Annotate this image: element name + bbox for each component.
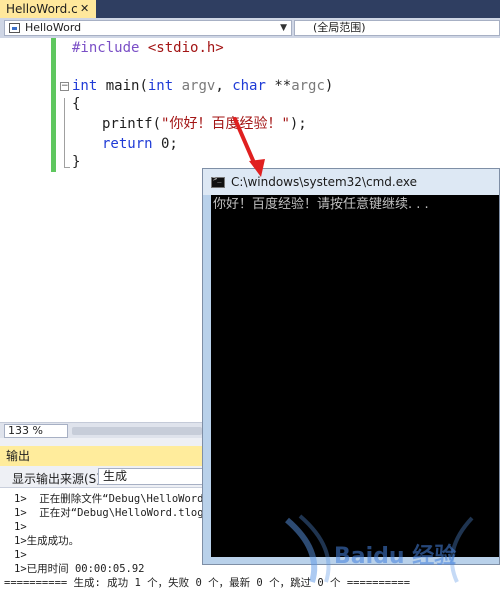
cmd-window[interactable]: C:\windows\system32\cmd.exe 你好！百度经验！请按任意… [202,168,500,565]
horizontal-scrollbar[interactable] [72,427,202,435]
output-line: 1> 正在对“Debug\HelloWord.tlog\ [14,507,210,519]
keyword-int: int [72,78,98,94]
output-source-label: 显示输出来源(S): [12,472,106,486]
output-line: 1> [14,549,27,561]
zoom-level-dropdown[interactable]: 133 % [4,424,68,438]
member-scope-dropdown[interactable]: (全局范围) [294,20,500,36]
zoom-level-value: 133 % [8,424,43,437]
output-summary-line: ========== 生成: 成功 1 个，失败 0 个，最新 0 个，跳过 0… [4,577,411,589]
pointer-stars: ** [265,78,292,94]
keyword-char: char [232,78,266,94]
tab-title: HelloWord.c [6,2,78,16]
open-brace: { [72,96,81,112]
output-line: 1>生成成功。 [14,535,80,547]
param-separator: , [215,78,233,94]
printf-end: ); [289,116,307,132]
navigation-bar: HelloWord ▼ (全局范围) [0,18,500,38]
project-scope-value: HelloWord [25,21,82,34]
close-brace: } [72,154,81,170]
console-icon [211,175,225,188]
cmd-console-area[interactable]: 你好！百度经验！请按任意键继续. . . [211,195,499,557]
tab-helloword-c[interactable]: HelloWord.c ✕ [0,0,96,18]
collapse-main-icon[interactable]: − [60,82,69,91]
arrow-head [249,159,265,177]
arrow-shaft [233,117,257,167]
code-line-include: #include <stdio.h> [72,38,224,58]
return-value: 0; [152,136,178,152]
output-source-dropdown[interactable]: 生成 [98,468,208,485]
code-line-open-brace: { [72,94,80,114]
output-line: 1> 正在删除文件“Debug\HelloWord [14,493,204,505]
code-line-close-brace: } [72,152,80,172]
include-file: <stdio.h> [147,40,224,56]
output-line: 1>已用时间 00:00:05.92 [14,563,145,575]
output-source-value: 生成 [103,469,128,483]
output-panel-title: 输出 [6,449,31,463]
code-line-printf: printf("你好！百度经验！"); [102,114,307,134]
output-line: 1> [14,521,27,533]
close-paren: ) [324,78,334,94]
keyword-int-param: int [147,78,174,94]
main-name: main( [97,78,148,94]
printf-call: printf( [102,116,162,132]
param-argc: argc [291,78,325,94]
include-directive: #include [72,40,140,56]
fold-guide-end [64,167,70,168]
member-scope-value: (全局范围) [313,21,366,34]
red-arrow-annotation [233,117,265,177]
chevron-down-icon: ▼ [280,23,287,33]
code-line-return: return 0; [102,134,178,154]
document-tab-strip: HelloWord.c ✕ [0,0,500,18]
code-line-main: int main(int argv, char **argc) [72,76,333,96]
cmd-output-text: 你好！百度经验！请按任意键继续. . . [213,197,429,212]
project-scope-dropdown[interactable]: HelloWord ▼ [4,20,292,36]
keyword-return: return [102,136,153,152]
fold-guide-line [64,98,65,168]
c-file-icon [9,23,20,33]
tab-close-icon[interactable]: ✕ [80,0,89,18]
editor-gutter [0,38,52,422]
change-tracking-bar [51,38,56,172]
param-argv: argv [181,78,216,94]
